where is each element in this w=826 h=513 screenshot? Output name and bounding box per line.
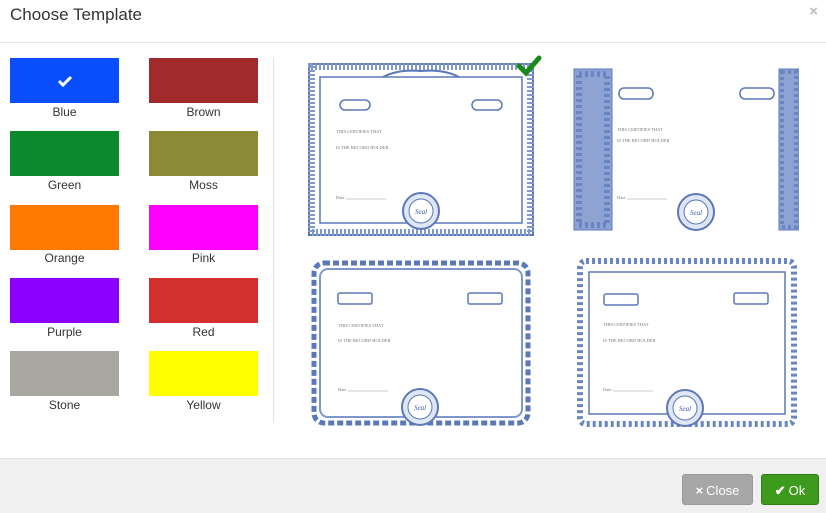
cert-text-line2: IS THE RECORD HOLDER [338,338,391,343]
ok-button[interactable]: ✔ Ok [761,474,819,505]
cert-date-label: Date [603,387,612,392]
swatch-purple[interactable] [10,278,119,323]
cert-text-line1: THIS CERTIFIES THAT [617,127,663,132]
swatch-label-stone: Stone [48,398,81,412]
swatch-moss[interactable] [149,131,258,176]
swatch-stone[interactable] [10,351,119,396]
cert-text-line2: IS THE RECORD HOLDER [617,138,670,143]
cert-date-label: Date [338,387,347,392]
swatch-yellow[interactable] [149,351,258,396]
seal-text: Seal [415,208,427,216]
close-icon[interactable]: × [809,3,818,20]
close-button-label: Close [706,483,740,498]
seal-text: Seal [690,209,702,217]
swatch-label-pink: Pink [191,251,216,265]
swatch-label-blue: Blue [52,105,77,119]
cert-text-line2: IS THE RECORD HOLDER [603,338,656,343]
swatch-orange[interactable] [10,205,119,250]
certificate-template-4[interactable]: THIS CERTIFIES THAT IS THE RECORD HOLDER… [577,258,797,427]
close-button[interactable]: × Close [682,474,753,505]
cert-date-label: Date [336,195,345,200]
certificate-preview: THIS CERTIFIES THAT IS THE RECORD HOLDER… [310,259,532,427]
swatch-brown[interactable] [149,58,258,103]
certificate-preview: THIS CERTIFIES THAT IS THE RECORD HOLDER… [573,68,799,231]
seal-text: Seal [414,404,426,412]
close-icon: × [695,483,704,498]
dialog-footer: × Close ✔ Ok [0,458,826,513]
checkmark-icon: ✔ [774,483,786,498]
swatch-label-yellow: Yellow [186,398,221,412]
certificate-template-2[interactable]: THIS CERTIFIES THAT IS THE RECORD HOLDER… [573,68,799,231]
checkmark-icon [57,75,72,87]
vertical-divider [273,57,274,423]
cert-text-line1: THIS CERTIFIES THAT [338,323,384,328]
swatch-label-orange: Orange [44,251,85,265]
cert-date-label: Date [617,195,626,200]
certificate-template-1[interactable]: THIS CERTIFIES THAT IS THE RECORD HOLDER… [308,55,542,236]
swatch-pink[interactable] [149,205,258,250]
cert-text-line1: THIS CERTIFIES THAT [336,129,382,134]
dialog-title: Choose Template [10,5,142,24]
swatch-label-green: Green [47,178,82,192]
cert-text-line2: IS THE RECORD HOLDER [336,145,389,150]
swatch-red[interactable] [149,278,258,323]
certificate-template-3[interactable]: THIS CERTIFIES THAT IS THE RECORD HOLDER… [310,259,532,427]
swatch-label-brown: Brown [186,105,221,119]
selected-checkmark-icon [516,55,542,77]
seal-text: Seal [679,405,691,413]
swatch-green[interactable] [10,131,119,176]
swatch-label-moss: Moss [189,178,218,192]
cert-text-line1: THIS CERTIFIES THAT [603,322,649,327]
certificate-preview: THIS CERTIFIES THAT IS THE RECORD HOLDER… [308,63,534,236]
swatch-label-purple: Purple [47,325,82,339]
certificate-preview: THIS CERTIFIES THAT IS THE RECORD HOLDER… [577,258,797,427]
dialog-header: Choose Template × [0,0,826,43]
swatch-blue[interactable] [10,58,119,103]
ok-button-label: Ok [788,483,806,498]
swatch-label-red: Red [192,325,215,339]
